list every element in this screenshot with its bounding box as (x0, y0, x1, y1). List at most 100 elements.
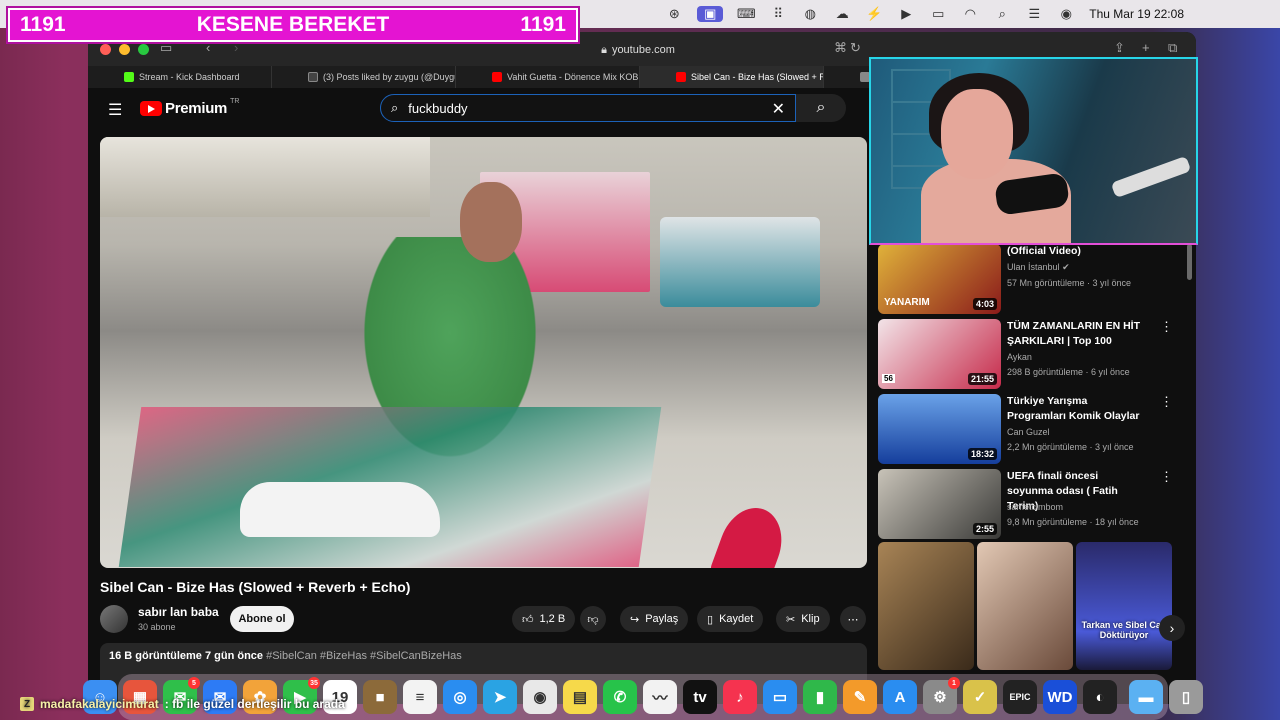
dock-xcode-alt-icon[interactable]: ✓ (963, 680, 997, 714)
dock-app-store-icon[interactable]: A (883, 680, 917, 714)
hashtags[interactable]: #SibelCan #BizeHas #SibelCanBizeHas (266, 650, 462, 662)
channel-avatar[interactable] (100, 605, 128, 633)
menu-clock[interactable]: Thu Mar 19 22:08 (1089, 7, 1184, 21)
back-icon[interactable]: ‹ (206, 40, 210, 55)
recommendation-thumbnail[interactable]: 2:55 (878, 469, 1001, 539)
tab-x-posts[interactable]: (3) Posts liked by zuygu (@Duygu... (272, 66, 456, 88)
dock-safari-icon[interactable]: ◎ (443, 680, 477, 714)
recommendation-item[interactable]: 2:55 UEFA finali öncesi soyunma odası ( … (878, 469, 1178, 541)
dock-whatsapp-icon[interactable]: ✆ (603, 680, 637, 714)
sidebar-scrollbar[interactable] (1187, 244, 1192, 280)
dock-reminders-icon[interactable]: ≡ (403, 680, 437, 714)
dock-trash-icon[interactable]: ▯ (1169, 680, 1203, 714)
verified-icon: ✔︎ (1062, 262, 1070, 272)
creative-cloud-icon[interactable]: ⊛ (665, 6, 683, 22)
vpn-icon[interactable]: ◍ (801, 6, 819, 22)
recommendation-channel: Aykan (1007, 352, 1032, 362)
channel-name[interactable]: sabır lan baba (138, 605, 219, 619)
more-actions-button[interactable]: ⋯ (840, 606, 866, 632)
tab-overview-icon[interactable]: ⧉ (1168, 40, 1177, 56)
banner-right-count: 1191 (520, 13, 566, 36)
dock-music-icon[interactable]: ♪ (723, 680, 757, 714)
dock-telegram-icon[interactable]: ➤ (483, 680, 517, 714)
chat-message: Z madafakalayicimurat : fb ile güzel der… (20, 697, 345, 711)
keyboard-icon[interactable]: ⌨ (737, 6, 756, 22)
translate-icon[interactable]: ⌘ (834, 40, 847, 56)
tab-youtube-mix[interactable]: Vahit Guetta - Dönence Mix KOBR... (456, 66, 640, 88)
share-icon[interactable]: ⇪ (1114, 40, 1125, 56)
tab-youtube-current[interactable]: Sibel Can - Bize Has (Slowed + Re... (640, 66, 824, 88)
dock-chrome-icon[interactable]: ◉ (523, 680, 557, 714)
control-center-icon[interactable]: ☰ (1025, 6, 1043, 22)
tab-kick-dashboard[interactable]: Stream - Kick Dashboard (88, 66, 272, 88)
clip-button[interactable]: ✂ Klip (776, 606, 830, 632)
notification-badge: 5 (188, 677, 200, 689)
now-playing-icon[interactable]: ▶ (897, 6, 915, 22)
more-options-icon[interactable]: ⋮ (1160, 469, 1173, 485)
menu-icon[interactable]: ☰ (108, 100, 122, 120)
cloud-icon[interactable]: ☁ (833, 6, 851, 22)
address-bar[interactable]: 🔒︎ youtube.com (418, 40, 858, 60)
more-options-icon[interactable]: ⋮ (1160, 319, 1173, 335)
sidebar-toggle-icon[interactable]: ▭ (160, 40, 172, 56)
banner-left-count: 1191 (20, 13, 66, 36)
battery-app-icon[interactable]: ⚡ (865, 6, 883, 22)
recommendation-item[interactable]: YANARIM 4:03 (Official Video) Ulan İstan… (878, 244, 1178, 316)
shorts-next-button[interactable]: › (1159, 615, 1185, 641)
reload-icon[interactable]: ↻ (850, 40, 861, 56)
short-item[interactable] (977, 542, 1073, 670)
subscribe-button[interactable]: Abone ol (230, 606, 294, 632)
minimize-window-button[interactable] (119, 43, 130, 55)
youtube-logo[interactable]: Premium TR (140, 98, 240, 117)
video-duration: 21:55 (967, 373, 997, 385)
recommendation-item[interactable]: 18:32 Türkiye Yarışma Programları Komik … (878, 394, 1178, 466)
video-player[interactable] (100, 137, 867, 568)
kick-icon (124, 72, 134, 82)
dock-notes-brown-icon[interactable]: ■ (363, 680, 397, 714)
dock-obs-icon[interactable]: ◐ (1083, 680, 1117, 714)
region-code: TR (230, 98, 240, 105)
zoom-window-button[interactable] (138, 43, 149, 55)
search-input[interactable]: ⌕ fuckbuddy ✕ (380, 94, 796, 122)
siri-icon[interactable]: ◉ (1057, 6, 1075, 22)
dock-downloads-icon[interactable]: ▬ (1129, 680, 1163, 714)
recommendation-thumbnail[interactable]: YANARIM 4:03 (878, 244, 1001, 314)
more-options-icon[interactable]: ⋮ (1160, 394, 1173, 410)
stream-goal-banner: 1191 KESENE BEREKET 1191 (8, 8, 578, 42)
save-button[interactable]: ▯ Kaydet (697, 606, 764, 632)
forward-icon[interactable]: › (234, 40, 238, 55)
dock-epic-games-icon[interactable]: EPIC (1003, 680, 1037, 714)
upload-age: 7 gün önce (204, 650, 264, 662)
dock-pages-icon[interactable]: ✎ (843, 680, 877, 714)
dock-freeform-icon[interactable]: 〰 (643, 680, 677, 714)
recommendation-thumbnail[interactable]: 18:32 (878, 394, 1001, 464)
dislike-button[interactable]: 👎︎ (580, 606, 606, 632)
recommendation-item[interactable]: 56 21:55 TÜM ZAMANLARIN EN HİT ŞARKILARI… (878, 319, 1178, 391)
dock-system-settings-icon[interactable]: ⚙ 1 (923, 677, 960, 714)
dock-notes-icon[interactable]: ▤ (563, 680, 597, 714)
dock-wd-icon[interactable]: WD (1043, 680, 1077, 714)
recommendation-title: (Official Video) (1007, 245, 1081, 257)
short-item[interactable] (878, 542, 974, 670)
recommendation-thumbnail[interactable]: 56 21:55 (878, 319, 1001, 389)
recommendation-meta: 9,8 Mn görüntüleme · 18 yıl önce (1007, 517, 1139, 527)
screen-share-icon[interactable]: ▣ (697, 6, 724, 22)
dock-apple-tv-icon[interactable]: tv (683, 680, 717, 714)
share-button[interactable]: ↪ Paylaş (620, 606, 689, 632)
battery-icon[interactable]: ▭ (929, 6, 947, 22)
dock-keynote-icon[interactable]: ▭ (763, 680, 797, 714)
clear-search-icon[interactable]: ✕ (772, 99, 785, 119)
clip-label: Klip (801, 613, 820, 625)
close-window-button[interactable] (100, 43, 111, 55)
webcam-overlay (869, 57, 1198, 245)
like-button[interactable]: 👍︎ 1,2 B (512, 606, 576, 632)
grid-icon[interactable]: ⠿ (769, 6, 787, 22)
short-item[interactable]: Tarkan ve Sibel Can Döktürüyor (1076, 542, 1172, 670)
new-tab-icon[interactable]: + (1142, 40, 1150, 55)
wifi-icon[interactable]: ◠ (961, 6, 979, 22)
tab-label: Sibel Can - Bize Has (Slowed + Re... (691, 72, 824, 82)
dock-numbers-icon[interactable]: ▮ (803, 680, 837, 714)
youtube-icon (492, 72, 502, 82)
spotlight-icon[interactable]: ⌕ (993, 6, 1011, 22)
search-button[interactable]: ⌕ (796, 94, 846, 122)
